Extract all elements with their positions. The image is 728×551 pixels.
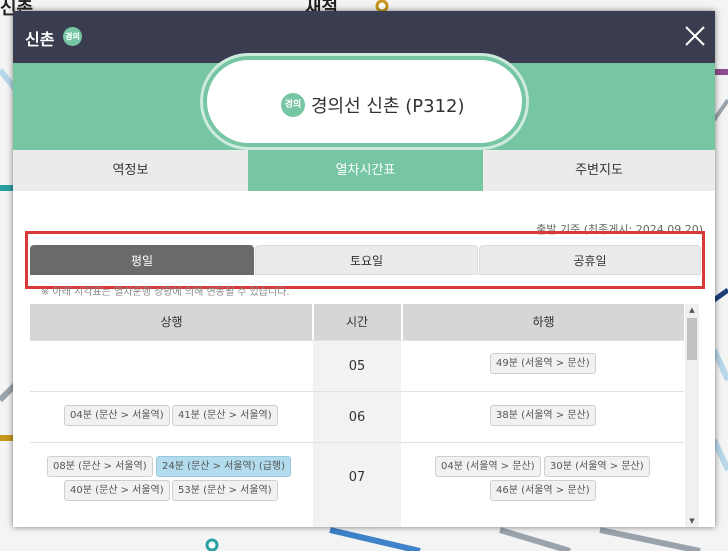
up-departure[interactable]: 53분 (문산 > 서울역): [172, 480, 278, 501]
main-tabs: 역정보 열차시간표 주변지도: [13, 150, 715, 191]
tab-timetable[interactable]: 열차시간표: [248, 150, 483, 191]
header-down: 하행: [532, 315, 555, 329]
table-row: 07 08분 (문산 > 서울역) 24분 (문산 > 서울역) (급행) 40…: [30, 442, 684, 527]
hour-cell: 05: [313, 341, 401, 392]
table-header: 상행 시간 하행: [30, 304, 684, 340]
close-icon[interactable]: [683, 24, 707, 48]
hour-cell: 07: [313, 443, 401, 527]
down-departure[interactable]: 38분 (서울역 > 문산): [490, 405, 596, 426]
timetable-table: 상행 시간 하행 05 49분 (서울역 > 문산) 06 04분 (문산 > …: [30, 304, 684, 527]
down-departure[interactable]: 46분 (서울역 > 문산): [490, 480, 596, 501]
timetable-scrollbar[interactable]: ▲ ▼: [685, 304, 699, 527]
down-departure[interactable]: 49분 (서울역 > 문산): [490, 353, 596, 374]
tab-nearby-map[interactable]: 주변지도: [483, 150, 715, 191]
up-departure[interactable]: 41분 (문산 > 서울역): [172, 405, 278, 426]
up-departure[interactable]: 04분 (문산 > 서울역): [64, 405, 170, 426]
scroll-up-icon[interactable]: ▲: [685, 304, 699, 316]
line-badge-icon: 경의: [281, 93, 305, 117]
station-dialog: 신촌 경의 경의 경의선 신촌 (P312) 역정보 열차시간표 주변지도 출발…: [13, 11, 715, 527]
tab-station-info[interactable]: 역정보: [13, 150, 248, 191]
up-departure-express[interactable]: 24분 (문산 > 서울역) (급행): [156, 456, 292, 477]
table-row: 05 49분 (서울역 > 문산): [30, 340, 684, 392]
table-row: 06 04분 (문산 > 서울역) 41분 (문산 > 서울역) 38분 (서울…: [30, 391, 684, 443]
up-departure[interactable]: 40분 (문산 > 서울역): [64, 480, 170, 501]
header-up: 상행: [160, 315, 183, 329]
timetable-notice: ※ 아래 시각표는 열차운행 상황에 의해 변동될 수 있습니다.: [41, 287, 290, 298]
up-departure[interactable]: 08분 (문산 > 서울역): [47, 456, 153, 477]
down-departure[interactable]: 04분 (서울역 > 문산): [435, 456, 541, 477]
line-badge-icon: 경의: [63, 27, 82, 46]
station-name-pill: 경의 경의선 신촌 (P312): [203, 56, 526, 147]
scroll-down-icon[interactable]: ▼: [685, 515, 699, 527]
down-departure[interactable]: 30분 (서울역 > 문산): [544, 456, 650, 477]
scroll-thumb[interactable]: [687, 318, 697, 360]
hour-cell: 06: [313, 392, 401, 443]
dialog-title: 신촌: [25, 30, 55, 49]
highlight-box: [25, 231, 705, 289]
header-time: 시간: [345, 315, 369, 329]
station-name: 경의선 신촌 (P312): [311, 96, 465, 117]
